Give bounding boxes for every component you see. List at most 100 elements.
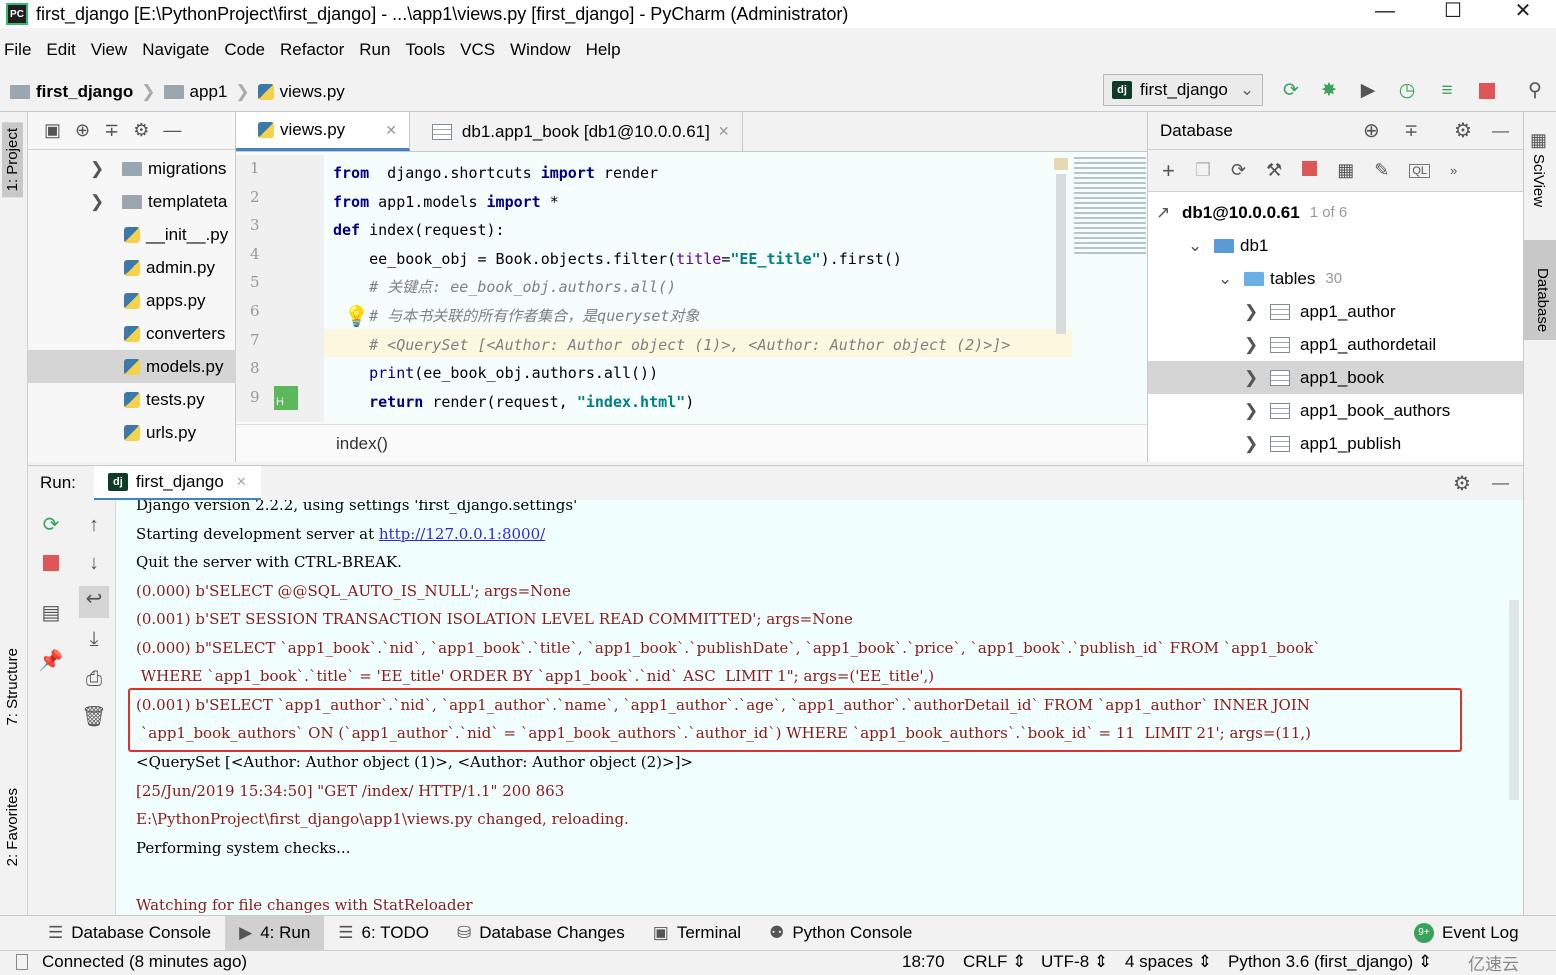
profile-icon[interactable]: ◷ <box>1396 80 1418 102</box>
chevron-right-icon[interactable]: ❯ <box>1244 434 1270 454</box>
menu-window[interactable]: Window <box>510 40 570 60</box>
refresh-icon[interactable]: ⟳ <box>1231 160 1246 181</box>
chevron-right-icon[interactable]: ❯ <box>1244 368 1270 388</box>
tool-button-database-console[interactable]: ☰ Database Console <box>34 916 225 951</box>
breadcrumb-file[interactable]: views.py <box>257 82 345 102</box>
tool-windows-icon[interactable] <box>16 954 28 970</box>
breadcrumb-project[interactable]: first_django ❯ <box>10 82 156 102</box>
down-arrow-icon[interactable]: ↓ <box>81 550 107 576</box>
add-icon[interactable]: + <box>1162 158 1175 184</box>
run-with-coverage-icon[interactable]: ▶ <box>1357 80 1379 102</box>
table-view-icon[interactable]: ▦ <box>1337 160 1354 181</box>
menu-tools[interactable]: Tools <box>405 40 445 60</box>
locate-icon[interactable]: ⊕ <box>1363 118 1380 143</box>
stop-icon[interactable] <box>1476 80 1498 102</box>
inspection-status-icon[interactable] <box>1054 158 1068 170</box>
code-editor[interactable]: views.py ✕ db1.app1_book [db1@10.0.0.61] ✕… <box>236 112 1147 462</box>
project-view-icon[interactable]: ▣ <box>44 120 61 141</box>
db-tree-item[interactable]: ❯ app1_author <box>1148 295 1395 328</box>
chevron-right-icon[interactable]: ❯ <box>1244 401 1270 421</box>
hide-icon[interactable]: — <box>163 120 181 141</box>
tab-db-table[interactable]: db1.app1_book [db1@10.0.0.61] ✕ <box>410 112 743 151</box>
chevron-down-icon[interactable]: ⌄ <box>1218 269 1244 289</box>
tool-button-6-todo[interactable]: ☰ 6: TODO <box>324 916 443 951</box>
edit-icon[interactable]: ✎ <box>1374 160 1389 181</box>
collapse-icon[interactable]: ∓ <box>104 120 119 141</box>
gear-icon[interactable]: ⚙ <box>1453 471 1471 496</box>
html-template-gutter-icon[interactable]: H <box>274 386 298 410</box>
trash-icon[interactable]: 🗑 <box>81 704 107 730</box>
lightbulb-icon[interactable]: 💡 <box>344 304 369 329</box>
project-tree-item[interactable]: admin.py <box>28 251 236 284</box>
hide-icon[interactable]: — <box>1492 473 1509 493</box>
rerun-icon[interactable]: ⟳ <box>38 512 64 538</box>
datasource-icon[interactable]: ↗ <box>1156 203 1182 223</box>
menu-navigate[interactable]: Navigate <box>142 40 209 60</box>
soft-wrap-icon[interactable]: ↩ <box>79 586 109 618</box>
scope-breadcrumb[interactable]: index() <box>236 424 1147 462</box>
gear-icon[interactable]: ⚙ <box>133 120 149 141</box>
code-minimap[interactable] <box>1074 157 1146 257</box>
more-icon[interactable]: » <box>1450 163 1457 178</box>
menu-file[interactable]: File <box>4 40 31 60</box>
menu-edit[interactable]: Edit <box>46 40 75 60</box>
chevron-right-icon[interactable]: ❯ <box>1244 302 1270 322</box>
run-tab-first-django[interactable]: dj first_django ✕ <box>93 465 261 501</box>
db-tree-item[interactable]: ❯ app1_publish <box>1148 427 1401 460</box>
tool-button-python-console[interactable]: ⚉ Python Console <box>755 916 926 951</box>
project-tree-item[interactable]: tests.py <box>28 383 236 416</box>
project-tree-item[interactable]: ❯ migrations <box>28 152 236 185</box>
menu-refactor[interactable]: Refactor <box>280 40 344 60</box>
tool-button-terminal[interactable]: ▣ Terminal <box>639 916 755 951</box>
db-tree-item[interactable]: ❯ app1_authordetail <box>1148 328 1436 361</box>
db-tree-item[interactable]: ❯ app1_book_authors <box>1148 394 1450 427</box>
up-arrow-icon[interactable]: ↑ <box>81 512 107 538</box>
project-tree-item[interactable]: models.py <box>28 350 236 383</box>
close-tab-icon[interactable]: ✕ <box>236 474 247 490</box>
chevron-down-icon[interactable]: ⌄ <box>1188 236 1214 256</box>
caret-position[interactable]: 18:70 <box>902 952 945 972</box>
stop-icon[interactable] <box>38 550 64 576</box>
line-separator-select[interactable]: CRLF ⇕ <box>963 952 1026 972</box>
sciview-tool-tab[interactable]: SciView <box>1530 154 1547 207</box>
db-tree-item[interactable]: ↗ db1@10.0.0.61 1 of 6 <box>1148 196 1347 229</box>
chevron-right-icon[interactable]: ❯ <box>90 192 122 212</box>
chevron-right-icon[interactable]: ❯ <box>90 159 122 179</box>
event-log-button[interactable]: 9+ Event Log <box>1400 916 1533 951</box>
restore-layout-icon[interactable]: ▤ <box>38 600 64 626</box>
close-button[interactable]: ✕ <box>1488 0 1556 24</box>
structure-tool-tab[interactable]: 7: Structure <box>2 642 23 732</box>
locate-icon[interactable]: ⊕ <box>75 120 90 141</box>
status-message[interactable]: Connected (8 minutes ago) <box>42 952 247 972</box>
chevron-right-icon[interactable]: ❯ <box>1244 335 1270 355</box>
db-tree-item[interactable]: ❯ app1_book <box>1148 361 1523 394</box>
pin-icon[interactable]: 📌 <box>38 648 64 674</box>
project-tree-item[interactable]: urls.py <box>28 416 236 449</box>
tool-button-4-run[interactable]: ▶ 4: Run <box>225 915 325 951</box>
db-tree-item[interactable]: ⌄ db1 <box>1148 229 1268 262</box>
indent-select[interactable]: 4 spaces ⇕ <box>1125 952 1212 972</box>
close-tab-icon[interactable]: ✕ <box>385 122 397 139</box>
minimize-button[interactable]: — <box>1350 0 1420 24</box>
tool-button-database-changes[interactable]: ⛁ Database Changes <box>443 916 639 951</box>
db-tree-item[interactable]: ⌄ tables 30 <box>1148 262 1342 295</box>
tab-views-py[interactable]: views.py ✕ <box>236 112 410 151</box>
collapse-icon[interactable]: ∓ <box>1404 121 1418 141</box>
menu-code[interactable]: Code <box>224 40 265 60</box>
breadcrumb-app1[interactable]: app1 ❯ <box>163 82 250 102</box>
scroll-to-end-icon[interactable]: ⤓ <box>81 626 107 652</box>
console-link[interactable]: http://127.0.0.1:8000/ <box>379 525 545 543</box>
project-tree-item[interactable]: apps.py <box>28 284 236 317</box>
project-tree-item[interactable]: __init__.py <box>28 218 236 251</box>
run-configuration-select[interactable]: dj first_django ⌄ <box>1103 74 1263 106</box>
project-tree-item[interactable]: ❯ templateta <box>28 185 236 218</box>
menu-help[interactable]: Help <box>586 40 621 60</box>
console-scrollbar[interactable] <box>1509 600 1519 800</box>
run-console-output[interactable]: Django version 2.2.2, using settings 'fi… <box>116 500 1523 915</box>
print-icon[interactable]: ⎙ <box>81 666 107 692</box>
interpreter-select[interactable]: Python 3.6 (first_django) ⇕ <box>1228 952 1432 972</box>
close-tab-icon[interactable]: ✕ <box>718 123 730 140</box>
hide-icon[interactable]: — <box>1492 121 1509 141</box>
project-tool-tab[interactable]: 1: Project <box>2 122 23 198</box>
search-icon[interactable]: ⚲ <box>1524 80 1546 102</box>
